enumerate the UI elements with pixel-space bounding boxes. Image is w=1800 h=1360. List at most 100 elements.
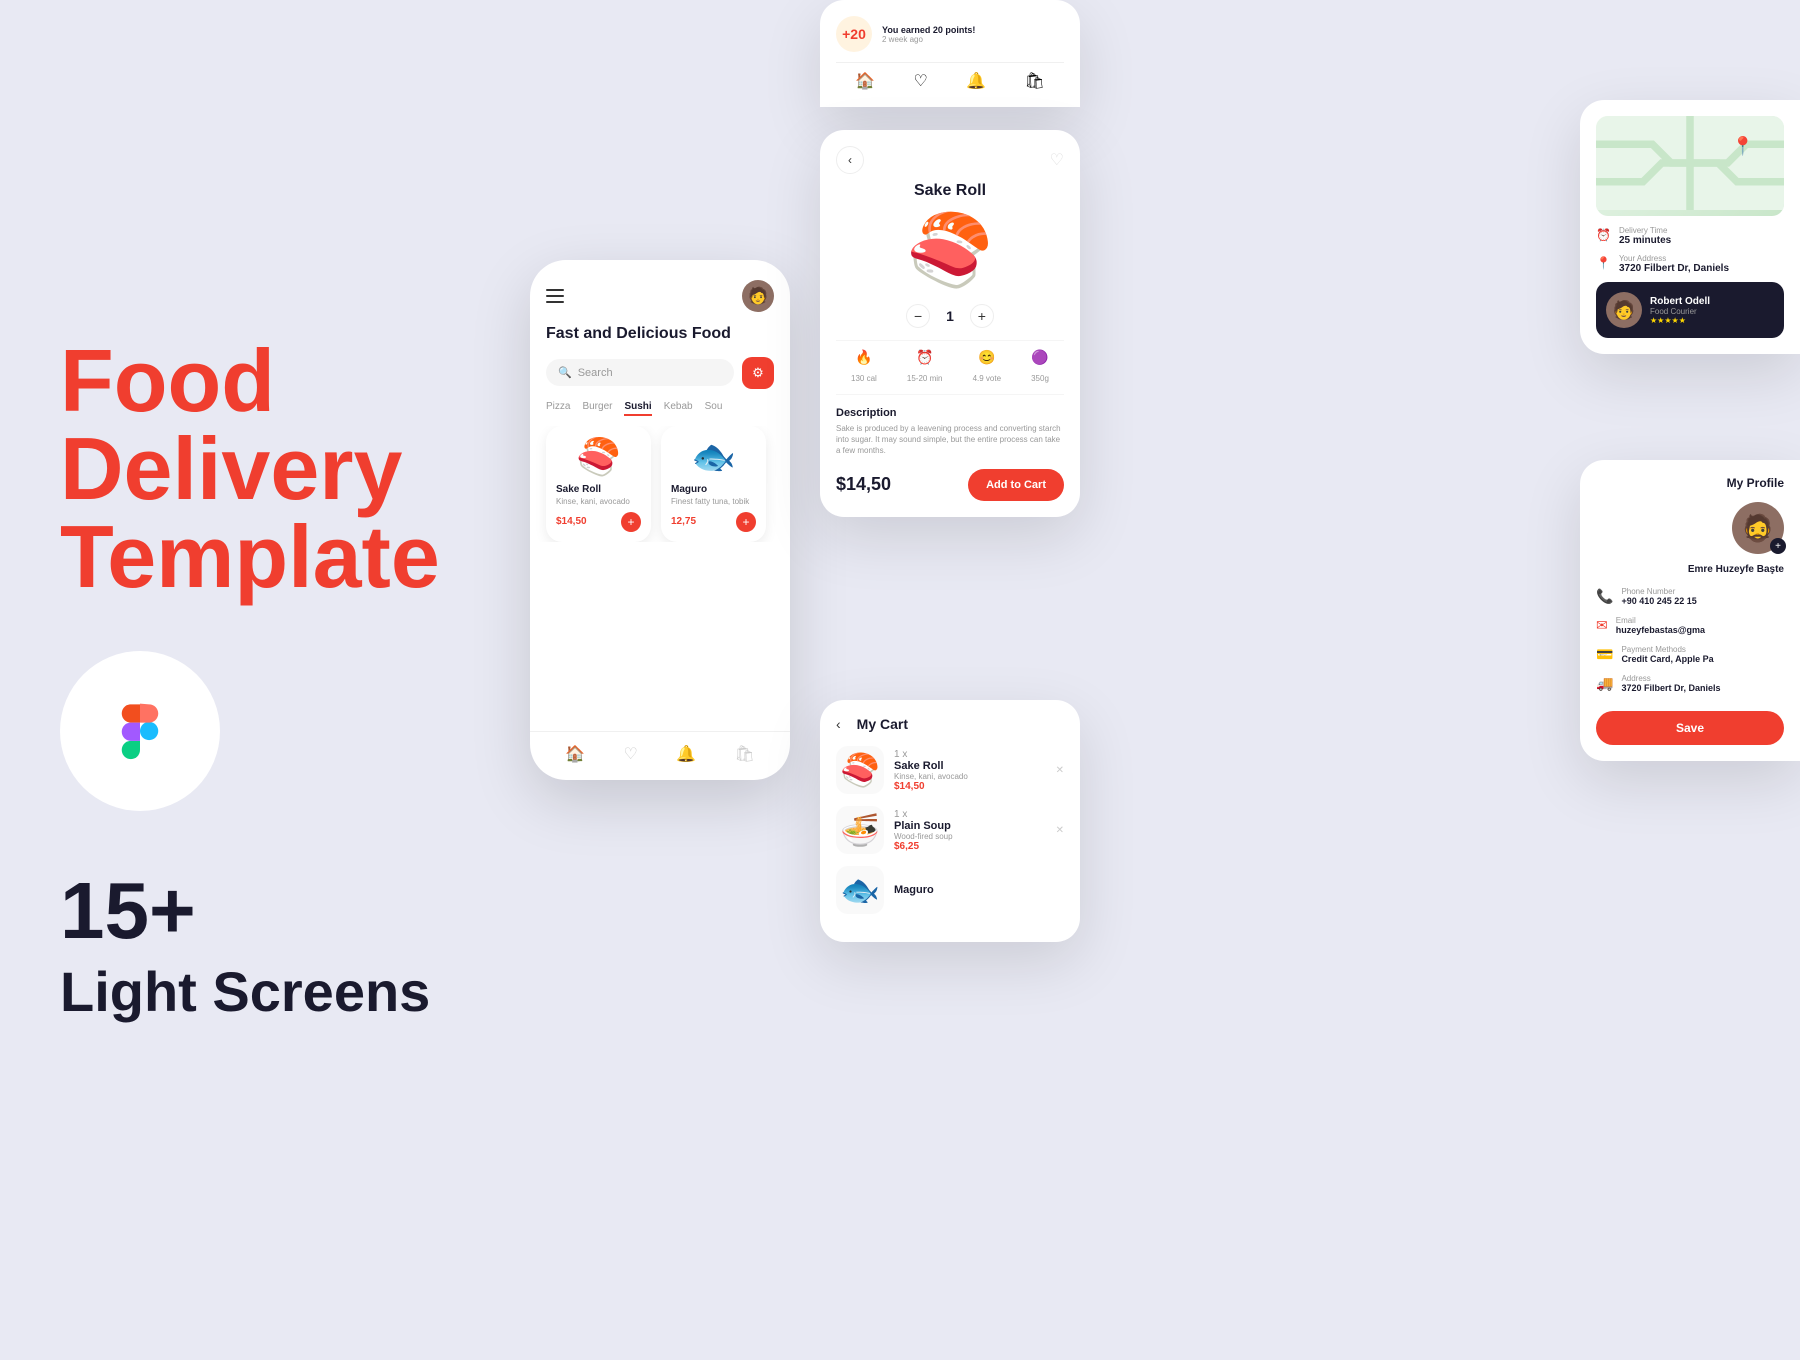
- cart-soup-price: $6,25: [894, 841, 1046, 852]
- cart-back-button[interactable]: ‹: [836, 716, 841, 732]
- profile-address-row: 🚚 Address 3720 Filbert Dr, Daniels: [1596, 674, 1784, 693]
- cart-maguro-name: Maguro: [894, 884, 1064, 896]
- email-label: Email: [1616, 616, 1705, 625]
- map-pin-icon: 📍: [1732, 136, 1754, 157]
- product-card-header: ‹ ♡: [836, 146, 1064, 174]
- maguro-add-button[interactable]: +: [736, 512, 756, 532]
- cart-sake-desc: Kinse, kani, avocado: [894, 772, 1046, 781]
- delivery-time-row: ⏰ Delivery Time 25 minutes: [1596, 226, 1784, 246]
- weight-value: 350g: [1031, 374, 1049, 383]
- profile-avatar-container: 🧔 +: [1596, 502, 1784, 554]
- search-placeholder: Search: [578, 367, 613, 379]
- left-section: Food Delivery Template 15+ Light Screens: [60, 0, 580, 1360]
- phone-greeting: Fast and Delicious Food: [530, 320, 790, 357]
- courier-avatar: 🧑: [1606, 292, 1642, 328]
- cart-sake-name: Sake Roll: [894, 760, 1046, 772]
- category-kebab[interactable]: Kebab: [664, 401, 693, 416]
- price-cart-row: $14,50 Add to Cart: [836, 469, 1064, 501]
- notification-bottom-nav: 🏠 ♡ 🔔 🛍: [836, 62, 1064, 91]
- notif-nav-heart[interactable]: ♡: [913, 71, 927, 91]
- stat-vote: 😊 4.9 vote: [973, 349, 1001, 386]
- category-soup[interactable]: Sou: [705, 401, 723, 416]
- quantity-decrease-button[interactable]: −: [906, 304, 930, 328]
- cart-sake-remove[interactable]: ✕: [1056, 765, 1064, 776]
- delivery-time-label: Delivery Time: [1619, 226, 1671, 235]
- fire-icon: 🔥: [851, 349, 877, 366]
- sake-roll-footer: $14,50 +: [556, 512, 641, 532]
- notif-nav-bell[interactable]: 🔔: [966, 71, 986, 91]
- search-bar: 🔍 Search ⚙: [546, 357, 774, 389]
- clock-icon: ⏰: [907, 349, 943, 366]
- nav-home-icon[interactable]: 🏠: [565, 744, 585, 764]
- save-button[interactable]: Save: [1596, 711, 1784, 745]
- quantity-increase-button[interactable]: +: [970, 304, 994, 328]
- cart-title: My Cart: [857, 716, 908, 732]
- maguro-footer: 12,75 +: [671, 512, 756, 532]
- sake-roll-price: $14,50: [556, 516, 587, 527]
- hamburger-icon[interactable]: [546, 289, 564, 303]
- search-icon: 🔍: [558, 366, 572, 379]
- user-avatar[interactable]: 🧑: [742, 280, 774, 312]
- screens-count: 15+: [60, 871, 580, 951]
- filter-icon: ⚙: [752, 365, 764, 381]
- filter-button[interactable]: ⚙: [742, 357, 774, 389]
- delivery-address-label: Your Address: [1619, 254, 1729, 263]
- payment-value: Credit Card, Apple Pa: [1621, 654, 1713, 664]
- cart-sake-image: 🍣: [836, 746, 884, 794]
- category-pizza[interactable]: Pizza: [546, 401, 570, 416]
- profile-title: My Profile: [1596, 476, 1784, 490]
- screens-label: Light Screens: [60, 959, 580, 1024]
- notif-nav-bag[interactable]: 🛍: [1025, 71, 1045, 91]
- points-badge: +20: [836, 16, 872, 52]
- category-burger[interactable]: Burger: [582, 401, 612, 416]
- greeting-text: Fast and Delicious Food: [546, 324, 774, 345]
- notification-time: 2 week ago: [882, 35, 975, 44]
- nav-bell-icon[interactable]: 🔔: [676, 744, 696, 764]
- product-favorite-button[interactable]: ♡: [1050, 150, 1064, 170]
- delivery-time-value: 25 minutes: [1619, 235, 1671, 246]
- profile-add-photo-button[interactable]: +: [1770, 538, 1786, 554]
- profile-phone-row: 📞 Phone Number +90 410 245 22 15: [1596, 587, 1784, 606]
- food-card-maguro: 🐟 Maguro Finest fatty tuna, tobik 12,75 …: [661, 426, 766, 542]
- payment-icon: 💳: [1596, 646, 1613, 663]
- cart-maguro-info: Maguro: [894, 884, 1064, 896]
- product-image: 🍣: [836, 210, 1064, 292]
- maguro-image: 🐟: [671, 436, 756, 478]
- cart-soup-name: Plain Soup: [894, 820, 1046, 832]
- product-stats: 🔥 130 cal ⏰ 15-20 min 😊 4.9 vote 🟣 350g: [836, 340, 1064, 395]
- maguro-name: Maguro: [671, 484, 756, 495]
- payment-label: Payment Methods: [1621, 645, 1713, 654]
- figma-logo: [100, 691, 180, 771]
- notif-nav-home[interactable]: 🏠: [855, 71, 875, 91]
- phone-icon: 📞: [1596, 588, 1613, 605]
- category-sushi[interactable]: Sushi: [624, 401, 651, 416]
- nav-heart-icon[interactable]: ♡: [623, 744, 637, 764]
- product-price: $14,50: [836, 474, 891, 495]
- cart-header: ‹ My Cart: [836, 716, 1064, 732]
- cart-soup-desc: Wood-fired soup: [894, 832, 1046, 841]
- product-back-button[interactable]: ‹: [836, 146, 864, 174]
- map-roads: [1596, 116, 1784, 210]
- profile-email-row: ✉ Email huzeyfebastas@gma: [1596, 616, 1784, 635]
- phone-header: 🧑: [530, 260, 790, 320]
- delivery-info: ⏰ Delivery Time 25 minutes 📍 Your Addres…: [1596, 226, 1784, 274]
- add-to-cart-button[interactable]: Add to Cart: [968, 469, 1064, 501]
- notification-card: +20 You earned 20 points! 2 week ago 🏠 ♡…: [820, 0, 1080, 107]
- cart-soup-remove[interactable]: ✕: [1056, 825, 1064, 836]
- courier-rating: ★★★★★: [1650, 316, 1710, 325]
- cart-soup-qty: 1 x: [894, 809, 1046, 820]
- email-value: huzeyfebastas@gma: [1616, 625, 1705, 635]
- courier-name: Robert Odell: [1650, 296, 1710, 307]
- description-section: Description Sake is produced by a leaven…: [836, 407, 1064, 457]
- nav-bag-icon[interactable]: 🛍: [735, 744, 755, 764]
- food-cards-container: 🍣 Sake Roll Kinse, kani, avocado $14,50 …: [530, 426, 790, 542]
- product-name: Sake Roll: [836, 182, 1064, 200]
- quantity-value: 1: [946, 308, 954, 324]
- calories-value: 130 cal: [851, 374, 877, 383]
- cart-item-sake-roll: 🍣 1 x Sake Roll Kinse, kani, avocado $14…: [836, 746, 1064, 794]
- vote-value: 4.9 vote: [973, 374, 1001, 383]
- sake-roll-add-button[interactable]: +: [621, 512, 641, 532]
- courier-info: Robert Odell Food Courier ★★★★★: [1650, 296, 1710, 325]
- cart-sake-price: $14,50: [894, 781, 1046, 792]
- search-input-box[interactable]: 🔍 Search: [546, 359, 734, 386]
